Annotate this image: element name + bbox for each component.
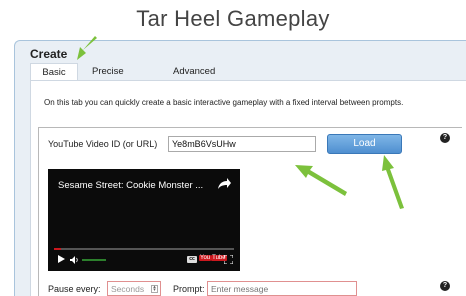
prompt-label: Prompt: — [173, 284, 205, 294]
volume-icon[interactable] — [70, 256, 80, 264]
captions-icon[interactable]: cc — [187, 256, 197, 263]
youtube-logo[interactable]: You Tube — [199, 255, 227, 261]
youtube-help-icon[interactable]: ? — [440, 133, 450, 143]
prompt-input[interactable] — [207, 281, 357, 296]
video-controls: cc You Tube — [48, 252, 240, 268]
volume-slider[interactable] — [82, 259, 106, 261]
pause-seconds-placeholder: Seconds — [111, 284, 145, 294]
spinner-icon[interactable]: ▴ ▾ — [151, 285, 158, 293]
share-icon[interactable] — [216, 177, 232, 191]
video-player[interactable]: Sesame Street: Cookie Monster ... cc You… — [48, 169, 240, 271]
prompt-help-icon[interactable]: ? — [440, 281, 450, 291]
fullscreen-icon[interactable] — [224, 255, 233, 264]
page-title: Tar Heel Gameplay — [136, 6, 330, 31]
video-title[interactable]: Sesame Street: Cookie Monster ... — [58, 180, 203, 191]
play-icon[interactable] — [58, 255, 65, 263]
tab-advanced[interactable]: Advanced — [173, 63, 215, 81]
tab-description: On this tab you can quickly create a bas… — [44, 98, 404, 107]
video-progress-fill — [54, 248, 62, 250]
tab-precise[interactable]: Precise — [92, 63, 124, 81]
create-heading: Create — [30, 47, 68, 61]
video-progress-bar[interactable] — [54, 248, 234, 250]
youtube-logo-you: You — [199, 255, 212, 261]
tab-basic[interactable]: Basic — [30, 63, 78, 81]
pause-seconds-input[interactable]: Seconds ▴ ▾ — [107, 281, 161, 296]
youtube-id-input[interactable] — [168, 136, 316, 152]
load-button[interactable]: Load — [327, 134, 402, 154]
pause-every-label: Pause every: — [48, 284, 101, 294]
youtube-id-label: YouTube Video ID (or URL) — [48, 139, 158, 149]
